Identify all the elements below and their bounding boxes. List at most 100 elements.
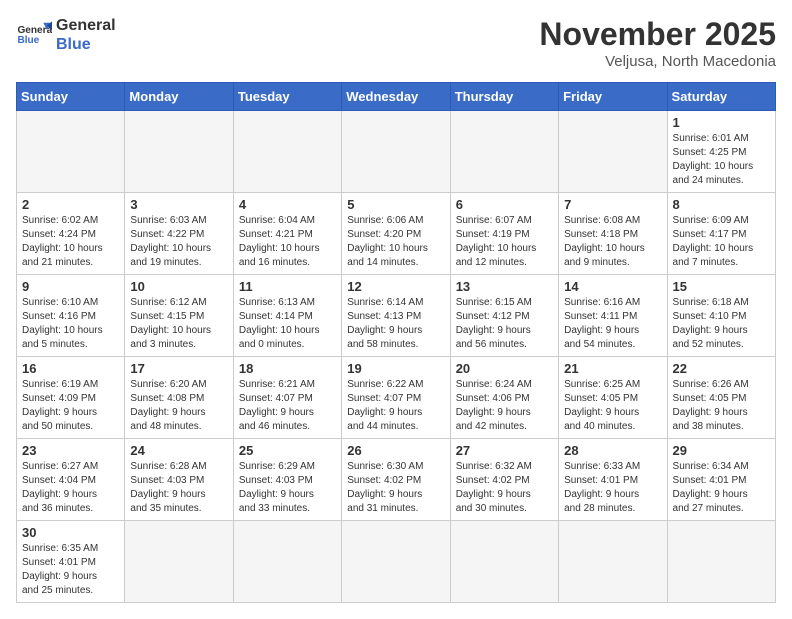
weekday-header-monday: Monday xyxy=(125,83,233,111)
calendar-cell: 5 Sunrise: 6:06 AM Sunset: 4:20 PM Daylig… xyxy=(342,193,450,275)
day-number: 21 xyxy=(564,361,661,376)
day-number: 1 xyxy=(673,115,770,130)
weekday-header-friday: Friday xyxy=(559,83,667,111)
weekday-header-row: SundayMondayTuesdayWednesdayThursdayFrid… xyxy=(17,83,776,111)
calendar-week-row: 30 Sunrise: 6:35 AM Sunset: 4:01 PM Dayli… xyxy=(17,521,776,603)
calendar-cell xyxy=(233,521,341,603)
day-number: 27 xyxy=(456,443,553,458)
day-info: Sunrise: 6:20 AM Sunset: 4:08 PM Dayligh… xyxy=(130,378,227,434)
weekday-header-tuesday: Tuesday xyxy=(233,83,341,111)
day-number: 12 xyxy=(347,279,444,294)
calendar-cell xyxy=(559,521,667,603)
day-number: 29 xyxy=(673,443,770,458)
day-info: Sunrise: 6:12 AM Sunset: 4:15 PM Dayligh… xyxy=(130,296,227,352)
day-info: Sunrise: 6:33 AM Sunset: 4:01 PM Dayligh… xyxy=(564,460,661,516)
day-number: 4 xyxy=(239,197,336,212)
day-number: 14 xyxy=(564,279,661,294)
calendar-cell: 9 Sunrise: 6:10 AM Sunset: 4:16 PM Daylig… xyxy=(17,275,125,357)
calendar-cell xyxy=(450,521,558,603)
logo-icon: General Blue xyxy=(16,17,52,53)
svg-text:Blue: Blue xyxy=(17,35,39,46)
day-info: Sunrise: 6:04 AM Sunset: 4:21 PM Dayligh… xyxy=(239,214,336,270)
calendar-cell: 10Sunrise: 6:12 AM Sunset: 4:15 PM Dayli… xyxy=(125,275,233,357)
day-number: 19 xyxy=(347,361,444,376)
day-info: Sunrise: 6:35 AM Sunset: 4:01 PM Dayligh… xyxy=(22,542,119,598)
calendar-cell: 25Sunrise: 6:29 AM Sunset: 4:03 PM Dayli… xyxy=(233,439,341,521)
day-number: 11 xyxy=(239,279,336,294)
calendar-week-row: 9 Sunrise: 6:10 AM Sunset: 4:16 PM Daylig… xyxy=(17,275,776,357)
day-info: Sunrise: 6:16 AM Sunset: 4:11 PM Dayligh… xyxy=(564,296,661,352)
weekday-header-wednesday: Wednesday xyxy=(342,83,450,111)
day-number: 7 xyxy=(564,197,661,212)
day-number: 9 xyxy=(22,279,119,294)
weekday-header-thursday: Thursday xyxy=(450,83,558,111)
day-info: Sunrise: 6:18 AM Sunset: 4:10 PM Dayligh… xyxy=(673,296,770,352)
day-info: Sunrise: 6:24 AM Sunset: 4:06 PM Dayligh… xyxy=(456,378,553,434)
calendar-cell xyxy=(667,521,775,603)
calendar-cell: 8Sunrise: 6:09 AM Sunset: 4:17 PM Daylig… xyxy=(667,193,775,275)
calendar-cell: 20Sunrise: 6:24 AM Sunset: 4:06 PM Dayli… xyxy=(450,357,558,439)
month-title: November 2025 xyxy=(539,16,776,53)
weekday-header-saturday: Saturday xyxy=(667,83,775,111)
calendar-cell xyxy=(450,111,558,193)
calendar-cell xyxy=(233,111,341,193)
calendar-cell: 26 Sunrise: 6:30 AM Sunset: 4:02 PM Dayli… xyxy=(342,439,450,521)
day-info: Sunrise: 6:25 AM Sunset: 4:05 PM Dayligh… xyxy=(564,378,661,434)
day-number: 26 xyxy=(347,443,444,458)
day-info: Sunrise: 6:01 AM Sunset: 4:25 PM Dayligh… xyxy=(673,132,770,188)
day-number: 30 xyxy=(22,525,119,540)
day-info: Sunrise: 6:27 AM Sunset: 4:04 PM Dayligh… xyxy=(22,460,119,516)
day-info: Sunrise: 6:14 AM Sunset: 4:13 PM Dayligh… xyxy=(347,296,444,352)
calendar-cell: 15 Sunrise: 6:18 AM Sunset: 4:10 PM Dayli… xyxy=(667,275,775,357)
day-info: Sunrise: 6:19 AM Sunset: 4:09 PM Dayligh… xyxy=(22,378,119,434)
calendar-cell: 17 Sunrise: 6:20 AM Sunset: 4:08 PM Dayli… xyxy=(125,357,233,439)
day-info: Sunrise: 6:30 AM Sunset: 4:02 PM Dayligh… xyxy=(347,460,444,516)
day-number: 6 xyxy=(456,197,553,212)
page-header: General Blue General Blue November 2025 … xyxy=(16,16,776,70)
day-info: Sunrise: 6:13 AM Sunset: 4:14 PM Dayligh… xyxy=(239,296,336,352)
day-info: Sunrise: 6:10 AM Sunset: 4:16 PM Dayligh… xyxy=(22,296,119,352)
day-info: Sunrise: 6:07 AM Sunset: 4:19 PM Dayligh… xyxy=(456,214,553,270)
calendar-cell: 29Sunrise: 6:34 AM Sunset: 4:01 PM Dayli… xyxy=(667,439,775,521)
day-info: Sunrise: 6:06 AM Sunset: 4:20 PM Dayligh… xyxy=(347,214,444,270)
calendar-table: SundayMondayTuesdayWednesdayThursdayFrid… xyxy=(16,82,776,603)
day-number: 28 xyxy=(564,443,661,458)
day-number: 17 xyxy=(130,361,227,376)
calendar-cell: 4 Sunrise: 6:04 AM Sunset: 4:21 PM Daylig… xyxy=(233,193,341,275)
day-number: 13 xyxy=(456,279,553,294)
day-number: 15 xyxy=(673,279,770,294)
day-number: 24 xyxy=(130,443,227,458)
day-info: Sunrise: 6:28 AM Sunset: 4:03 PM Dayligh… xyxy=(130,460,227,516)
title-block: November 2025 Veljusa, North Macedonia xyxy=(539,16,776,70)
calendar-cell xyxy=(17,111,125,193)
day-number: 8 xyxy=(673,197,770,212)
calendar-cell: 16Sunrise: 6:19 AM Sunset: 4:09 PM Dayli… xyxy=(17,357,125,439)
logo-blue: Blue xyxy=(56,35,116,54)
calendar-cell xyxy=(125,521,233,603)
logo: General Blue General Blue xyxy=(16,16,116,54)
calendar-cell: 30 Sunrise: 6:35 AM Sunset: 4:01 PM Dayli… xyxy=(17,521,125,603)
day-number: 3 xyxy=(130,197,227,212)
calendar-week-row: 23Sunrise: 6:27 AM Sunset: 4:04 PM Dayli… xyxy=(17,439,776,521)
calendar-cell: 23Sunrise: 6:27 AM Sunset: 4:04 PM Dayli… xyxy=(17,439,125,521)
day-number: 25 xyxy=(239,443,336,458)
day-info: Sunrise: 6:03 AM Sunset: 4:22 PM Dayligh… xyxy=(130,214,227,270)
calendar-cell: 13 Sunrise: 6:15 AM Sunset: 4:12 PM Dayli… xyxy=(450,275,558,357)
calendar-cell: 2Sunrise: 6:02 AM Sunset: 4:24 PM Daylig… xyxy=(17,193,125,275)
calendar-cell: 14 Sunrise: 6:16 AM Sunset: 4:11 PM Dayli… xyxy=(559,275,667,357)
calendar-week-row: 2Sunrise: 6:02 AM Sunset: 4:24 PM Daylig… xyxy=(17,193,776,275)
day-number: 5 xyxy=(347,197,444,212)
calendar-cell: 1 Sunrise: 6:01 AM Sunset: 4:25 PM Daylig… xyxy=(667,111,775,193)
calendar-cell xyxy=(342,111,450,193)
day-number: 2 xyxy=(22,197,119,212)
day-info: Sunrise: 6:32 AM Sunset: 4:02 PM Dayligh… xyxy=(456,460,553,516)
calendar-week-row: 16Sunrise: 6:19 AM Sunset: 4:09 PM Dayli… xyxy=(17,357,776,439)
calendar-cell xyxy=(342,521,450,603)
day-info: Sunrise: 6:15 AM Sunset: 4:12 PM Dayligh… xyxy=(456,296,553,352)
calendar-cell xyxy=(559,111,667,193)
calendar-cell: 24 Sunrise: 6:28 AM Sunset: 4:03 PM Dayli… xyxy=(125,439,233,521)
calendar-cell: 12 Sunrise: 6:14 AM Sunset: 4:13 PM Dayli… xyxy=(342,275,450,357)
logo-general: General xyxy=(56,16,116,35)
location-subtitle: Veljusa, North Macedonia xyxy=(539,53,776,70)
calendar-cell: 7Sunrise: 6:08 AM Sunset: 4:18 PM Daylig… xyxy=(559,193,667,275)
